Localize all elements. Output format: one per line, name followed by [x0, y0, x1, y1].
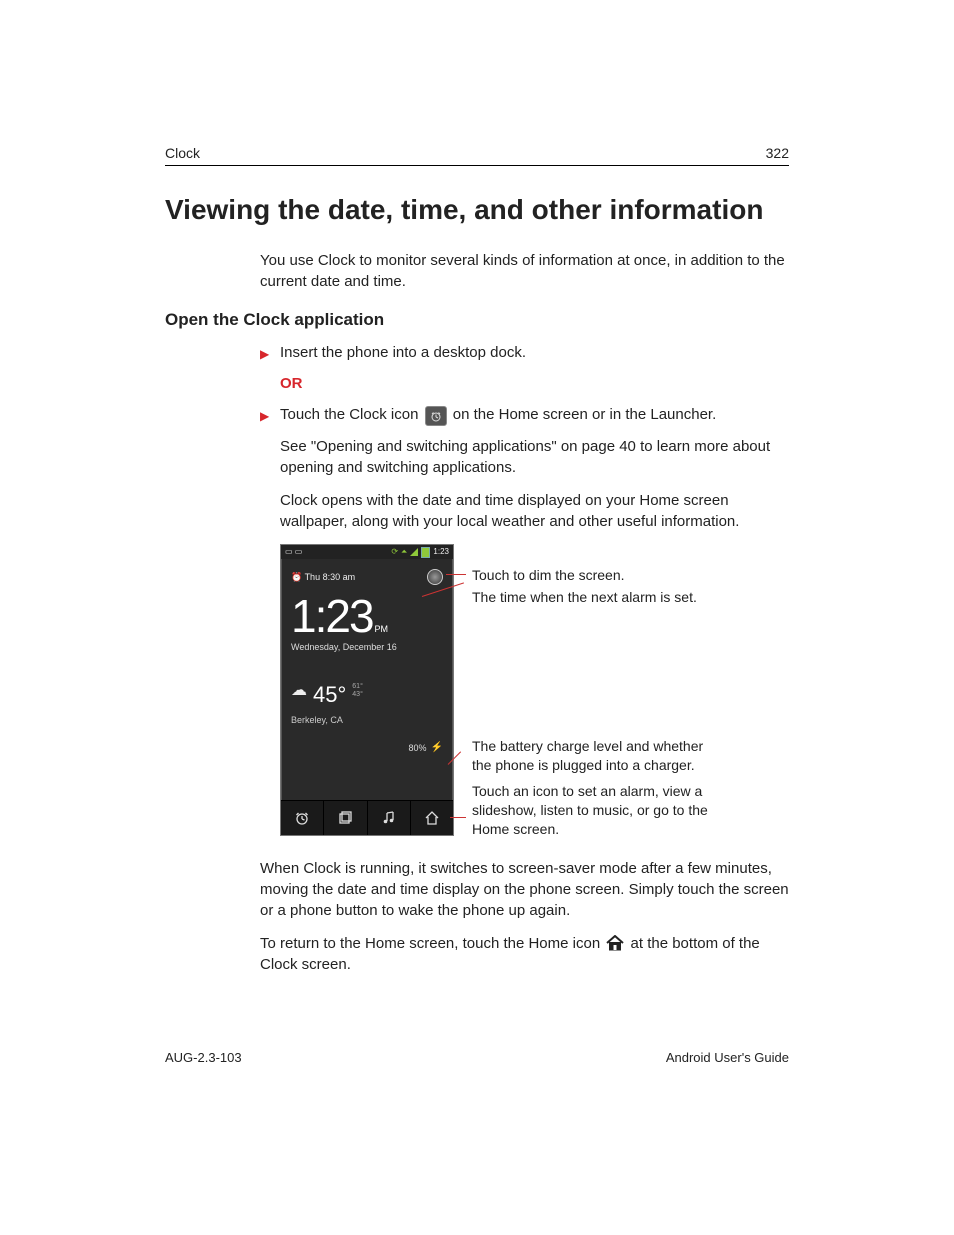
- weather-hi: 61°: [352, 683, 363, 690]
- home-button[interactable]: [411, 801, 453, 835]
- footer-left: AUG-2.3-103: [165, 1050, 242, 1065]
- page-footer: AUG-2.3-103 Android User's Guide: [165, 1050, 789, 1065]
- paragraph-return-home: To return to the Home screen, touch the …: [260, 933, 789, 975]
- leader-line: [450, 817, 466, 818]
- clock-app-icon: [425, 406, 447, 426]
- weather-temp: 45°: [313, 680, 346, 711]
- plug-icon: ⚡: [431, 741, 443, 755]
- dim-screen-button[interactable]: [427, 569, 443, 585]
- clock-bottom-bar: [281, 800, 453, 835]
- battery-percent: 80%: [409, 742, 427, 755]
- paragraph-see-opening: See "Opening and switching applications"…: [280, 436, 789, 478]
- header-section: Clock: [165, 145, 200, 161]
- section-heading-open-clock: Open the Clock application: [165, 310, 789, 330]
- wifi-icon: ⏶: [401, 546, 407, 557]
- next-alarm-row: ⏰ Thu 8:30 am: [291, 571, 355, 584]
- weather-lo: 43°: [352, 691, 363, 698]
- music-button[interactable]: [368, 801, 411, 835]
- callout-next-alarm: The time when the next alarm is set.: [472, 588, 697, 607]
- signal-icon: [410, 548, 418, 556]
- step-1-text: Insert the phone into a desktop dock.: [280, 344, 526, 361]
- weather-icon: ☁: [291, 680, 307, 702]
- alarm-button[interactable]: [281, 801, 324, 835]
- return-home-pre: To return to the Home screen, touch the …: [260, 935, 604, 952]
- paragraph-clock-opens: Clock opens with the date and time displ…: [280, 490, 789, 532]
- callout-battery: The battery charge level and whether the…: [472, 737, 722, 775]
- clock-big-time: 1:23: [291, 590, 373, 642]
- clock-time-display: 1:23PM: [281, 589, 453, 639]
- page-title: Viewing the date, time, and other inform…: [165, 194, 789, 226]
- clock-date: Wednesday, December 16: [281, 639, 453, 668]
- status-left-icons: ▭ ▭: [285, 546, 302, 557]
- step-2: ▶ Touch the Clock icon on the Home scree…: [260, 404, 789, 426]
- sync-icon: ⟳: [391, 546, 398, 557]
- slideshow-button[interactable]: [324, 801, 367, 835]
- step-2-text-pre: Touch the Clock icon: [280, 406, 423, 423]
- battery-level-row: 80% ⚡: [281, 741, 453, 759]
- bullet-triangle-icon: ▶: [260, 408, 269, 425]
- bullet-triangle-icon: ▶: [260, 346, 269, 363]
- alarm-icon: ⏰: [291, 572, 302, 582]
- clock-screenshot-figure: ▭ ▭ ⟳ ⏶ 1:23 ⏰ Thu 8:30 am: [280, 544, 789, 844]
- weather-row: ☁ 45° 61° 43°: [281, 668, 453, 711]
- or-separator: OR: [280, 373, 789, 394]
- footer-right: Android User's Guide: [666, 1050, 789, 1065]
- clock-ampm: PM: [375, 624, 389, 634]
- status-time: 1:23: [433, 546, 449, 557]
- step-1: ▶ Insert the phone into a desktop dock.: [260, 342, 789, 363]
- intro-paragraph: You use Clock to monitor several kinds o…: [260, 250, 789, 292]
- phone-mockup: ▭ ▭ ⟳ ⏶ 1:23 ⏰ Thu 8:30 am: [280, 544, 454, 836]
- leader-line: [446, 574, 466, 575]
- callout-dim-screen: Touch to dim the screen.: [472, 566, 625, 585]
- step-2-text-post: on the Home screen or in the Launcher.: [453, 406, 717, 423]
- weather-city: Berkeley, CA: [281, 710, 453, 741]
- callout-bottom-icons: Touch an icon to set an alarm, view a sl…: [472, 782, 722, 839]
- running-header: Clock 322: [165, 145, 789, 166]
- paragraph-screen-saver: When Clock is running, it switches to sc…: [260, 858, 789, 921]
- status-right-icons: ⟳ ⏶ 1:23: [391, 546, 449, 557]
- next-alarm-label: Thu 8:30 am: [305, 572, 356, 582]
- home-icon: [606, 935, 624, 951]
- header-page-number: 322: [766, 145, 789, 161]
- status-bar: ▭ ▭ ⟳ ⏶ 1:23: [281, 545, 453, 559]
- battery-icon: [421, 547, 430, 558]
